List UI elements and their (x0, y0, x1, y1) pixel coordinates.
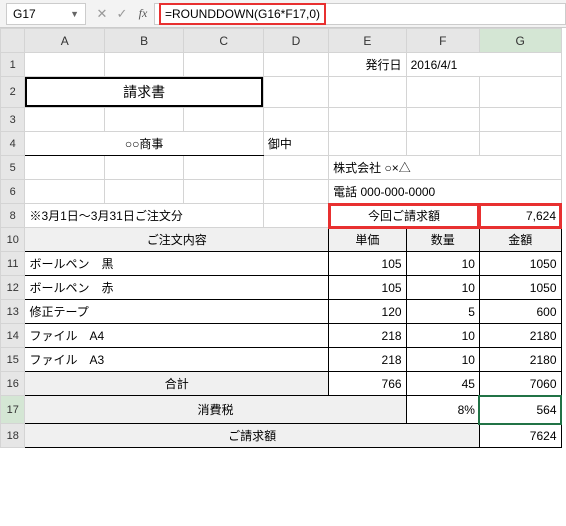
select-all-corner[interactable] (1, 29, 25, 53)
row-header-4[interactable]: 4 (1, 132, 25, 156)
item-amount: 2180 (479, 348, 561, 372)
subtotal-unit: 766 (329, 372, 406, 396)
name-box-value: G17 (13, 7, 36, 21)
item-amount: 1050 (479, 252, 561, 276)
tax-label: 消費税 (25, 396, 406, 424)
name-box[interactable]: G17 ▼ (6, 3, 86, 25)
subtotal-label: 合計 (25, 372, 329, 396)
row-header-15[interactable]: 15 (1, 348, 25, 372)
item-unit: 105 (329, 276, 406, 300)
row-header-8[interactable]: 8 (1, 204, 25, 228)
formula-bar: G17 ▼ ✕ ✓ fx =ROUNDDOWN(G16*F17,0) (0, 0, 566, 28)
name-box-dropdown-icon[interactable]: ▼ (70, 9, 79, 19)
vendor-suffix: 御中 (263, 132, 328, 156)
formula-text: =ROUNDDOWN(G16*F17,0) (159, 3, 326, 25)
invoice-total-label: 今回ご請求額 (329, 204, 480, 228)
col-header-D[interactable]: D (263, 29, 328, 53)
subtotal-qty: 45 (406, 372, 479, 396)
item-amount: 1050 (479, 276, 561, 300)
item-qty: 10 (406, 324, 479, 348)
fx-icon[interactable]: fx (132, 6, 154, 21)
th-amount: 金額 (479, 228, 561, 252)
row-header-1[interactable]: 1 (1, 53, 25, 77)
col-header-B[interactable]: B (104, 29, 183, 53)
vendor-name: ○○商事 (25, 132, 263, 156)
company-name: 株式会社 ○×△ (329, 156, 561, 180)
row-header-18[interactable]: 18 (1, 424, 25, 448)
item-name: ファイル A4 (25, 324, 329, 348)
cancel-icon[interactable]: ✕ (92, 6, 112, 22)
enter-icon[interactable]: ✓ (112, 6, 132, 22)
row-header-16[interactable]: 16 (1, 372, 25, 396)
period-note: ※3月1日～3月31日ご注文分 (25, 204, 263, 228)
formula-input[interactable]: =ROUNDDOWN(G16*F17,0) (154, 3, 566, 25)
item-unit: 105 (329, 252, 406, 276)
row-header-3[interactable]: 3 (1, 108, 25, 132)
tax-rate: 8% (406, 396, 479, 424)
item-qty: 10 (406, 252, 479, 276)
issued-date: 2016/4/1 (406, 53, 561, 77)
col-header-A[interactable]: A (25, 29, 104, 53)
item-name: 修正テープ (25, 300, 329, 324)
item-name: ボールペン 黒 (25, 252, 329, 276)
col-header-E[interactable]: E (329, 29, 406, 53)
row-header-14[interactable]: 14 (1, 324, 25, 348)
item-unit: 120 (329, 300, 406, 324)
item-amount: 2180 (479, 324, 561, 348)
row-header-13[interactable]: 13 (1, 300, 25, 324)
row-header-5[interactable]: 5 (1, 156, 25, 180)
issued-label: 発行日 (329, 53, 406, 77)
doc-title: 請求書 (25, 77, 262, 107)
row-header-17[interactable]: 17 (1, 396, 25, 424)
grand-amount: 7624 (479, 424, 561, 448)
item-qty: 5 (406, 300, 479, 324)
item-name: ボールペン 赤 (25, 276, 329, 300)
item-unit: 218 (329, 348, 406, 372)
col-header-C[interactable]: C (184, 29, 263, 53)
item-qty: 10 (406, 276, 479, 300)
spreadsheet-grid[interactable]: A B C D E F G 1 発行日 2016/4/1 2 請求書 3 4 ○… (0, 28, 566, 448)
th-unit: 単価 (329, 228, 406, 252)
company-tel: 電話 000-000-0000 (329, 180, 561, 204)
item-name: ファイル A3 (25, 348, 329, 372)
row-header-2[interactable]: 2 (1, 77, 25, 108)
item-qty: 10 (406, 348, 479, 372)
col-header-G[interactable]: G (479, 29, 561, 53)
col-header-F[interactable]: F (406, 29, 479, 53)
subtotal-amount: 7060 (479, 372, 561, 396)
item-unit: 218 (329, 324, 406, 348)
row-header-6[interactable]: 6 (1, 180, 25, 204)
grand-label: ご請求額 (25, 424, 479, 448)
row-header-11[interactable]: 11 (1, 252, 25, 276)
tax-amount[interactable]: 564 (479, 396, 561, 424)
row-header-12[interactable]: 12 (1, 276, 25, 300)
item-amount: 600 (479, 300, 561, 324)
row-header-10[interactable]: 10 (1, 228, 25, 252)
th-order: ご注文内容 (25, 228, 329, 252)
th-qty: 数量 (406, 228, 479, 252)
invoice-total-value: 7,624 (479, 204, 561, 228)
